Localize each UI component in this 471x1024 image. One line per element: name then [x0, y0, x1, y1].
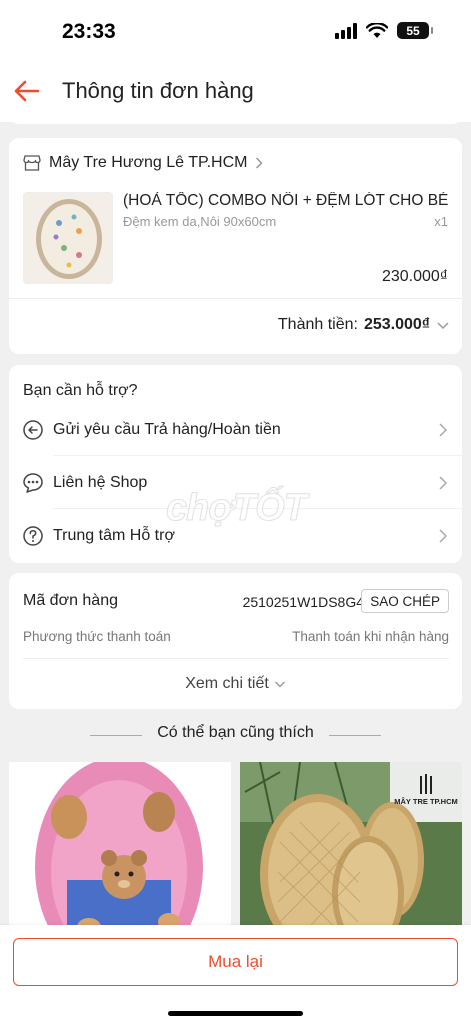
- chevron-right-icon: [439, 476, 448, 490]
- view-details-label: Xem chi tiết: [185, 675, 269, 692]
- product-name[interactable]: (HOẢ TỐC) COMBO NÔI + ĐỆM LÓT CHO BÉ: [123, 192, 453, 210]
- status-icons: 55: [335, 22, 433, 39]
- return-refund-request-item[interactable]: Gửi yêu cầu Trả hàng/Hoàn tiền: [9, 404, 462, 456]
- product-variant: Đệm kem da,Nôi 90x60cm: [123, 214, 277, 229]
- cellular-signal-icon: [335, 22, 357, 39]
- shop-name: Mây Tre Hương Lê TP.HCM: [49, 154, 248, 171]
- recommended-product-image: MÂY TRE TP.HCM: [240, 762, 462, 937]
- order-item-card: Mây Tre Hương Lê TP.HCM (HOẢ TỐC) COMBO …: [9, 138, 462, 354]
- support-item-label: Trung tâm Hỗ trợ: [53, 527, 175, 544]
- help-icon: [23, 526, 43, 546]
- divider: [329, 735, 381, 736]
- suggestions-title: Có thể bạn cũng thích: [157, 724, 314, 741]
- chevron-right-icon: [256, 157, 264, 169]
- battery-icon: 55: [397, 22, 433, 39]
- recommended-product-card[interactable]: [9, 762, 231, 937]
- status-time: 23:33: [62, 20, 116, 43]
- status-bar: 23:33 55: [0, 0, 471, 60]
- chotot-watermark: chợTỐT: [166, 487, 308, 530]
- support-item-label: Liên hệ Shop: [53, 474, 148, 491]
- chevron-right-icon: [439, 423, 448, 437]
- chat-icon: [23, 473, 43, 493]
- divider: [23, 658, 449, 659]
- order-code-value: 2510251W1DS8G4: [242, 594, 364, 610]
- shop-row[interactable]: Mây Tre Hương Lê TP.HCM: [23, 154, 264, 172]
- recommended-product-image: [9, 762, 231, 937]
- product-image[interactable]: [23, 192, 113, 284]
- chevron-down-icon: [274, 681, 285, 688]
- chevron-right-icon: [439, 529, 448, 543]
- product-price: 230.000₫: [381, 268, 448, 285]
- recommended-product-card[interactable]: MÂY TRE TP.HCM: [240, 762, 462, 937]
- support-card: Bạn cần hỗ trợ? Gửi yêu cầu Trả hàng/Hoà…: [9, 365, 462, 563]
- support-item-label: Gửi yêu cầu Trả hàng/Hoàn tiền: [53, 421, 281, 438]
- back-arrow-icon[interactable]: [12, 76, 42, 106]
- buy-again-button[interactable]: Mua lại: [13, 938, 458, 986]
- payment-method-value: Thanh toán khi nhận hàng: [292, 629, 449, 644]
- return-icon: [23, 420, 43, 440]
- view-details-button[interactable]: Xem chi tiết: [9, 675, 462, 693]
- payment-method-label: Phương thức thanh toán: [23, 629, 171, 644]
- page-title: Thông tin đơn hàng: [62, 78, 254, 103]
- order-code-label: Mã đơn hàng: [23, 592, 118, 609]
- home-indicator[interactable]: [168, 1011, 303, 1016]
- previous-section-card: [9, 110, 462, 124]
- wifi-icon: [366, 22, 388, 38]
- bottom-action-bar: Mua lại: [0, 925, 471, 1024]
- order-total-row[interactable]: Thành tiền: 253.000₫: [278, 316, 450, 334]
- total-label: Thành tiền:: [277, 316, 358, 333]
- copy-button[interactable]: SAO CHÉP: [361, 589, 449, 613]
- chevron-down-icon: [437, 322, 449, 330]
- product-quantity: x1: [434, 214, 448, 229]
- store-icon: [23, 155, 41, 171]
- total-value: 253.000₫: [363, 316, 430, 333]
- divider: [9, 298, 462, 299]
- order-info-card: Mã đơn hàng 2510251W1DS8G4 SAO CHÉP Phươ…: [9, 573, 462, 709]
- support-title: Bạn cần hỗ trợ?: [23, 382, 138, 399]
- shop-logo-text: MÂY TRE TP.HCM: [394, 797, 457, 806]
